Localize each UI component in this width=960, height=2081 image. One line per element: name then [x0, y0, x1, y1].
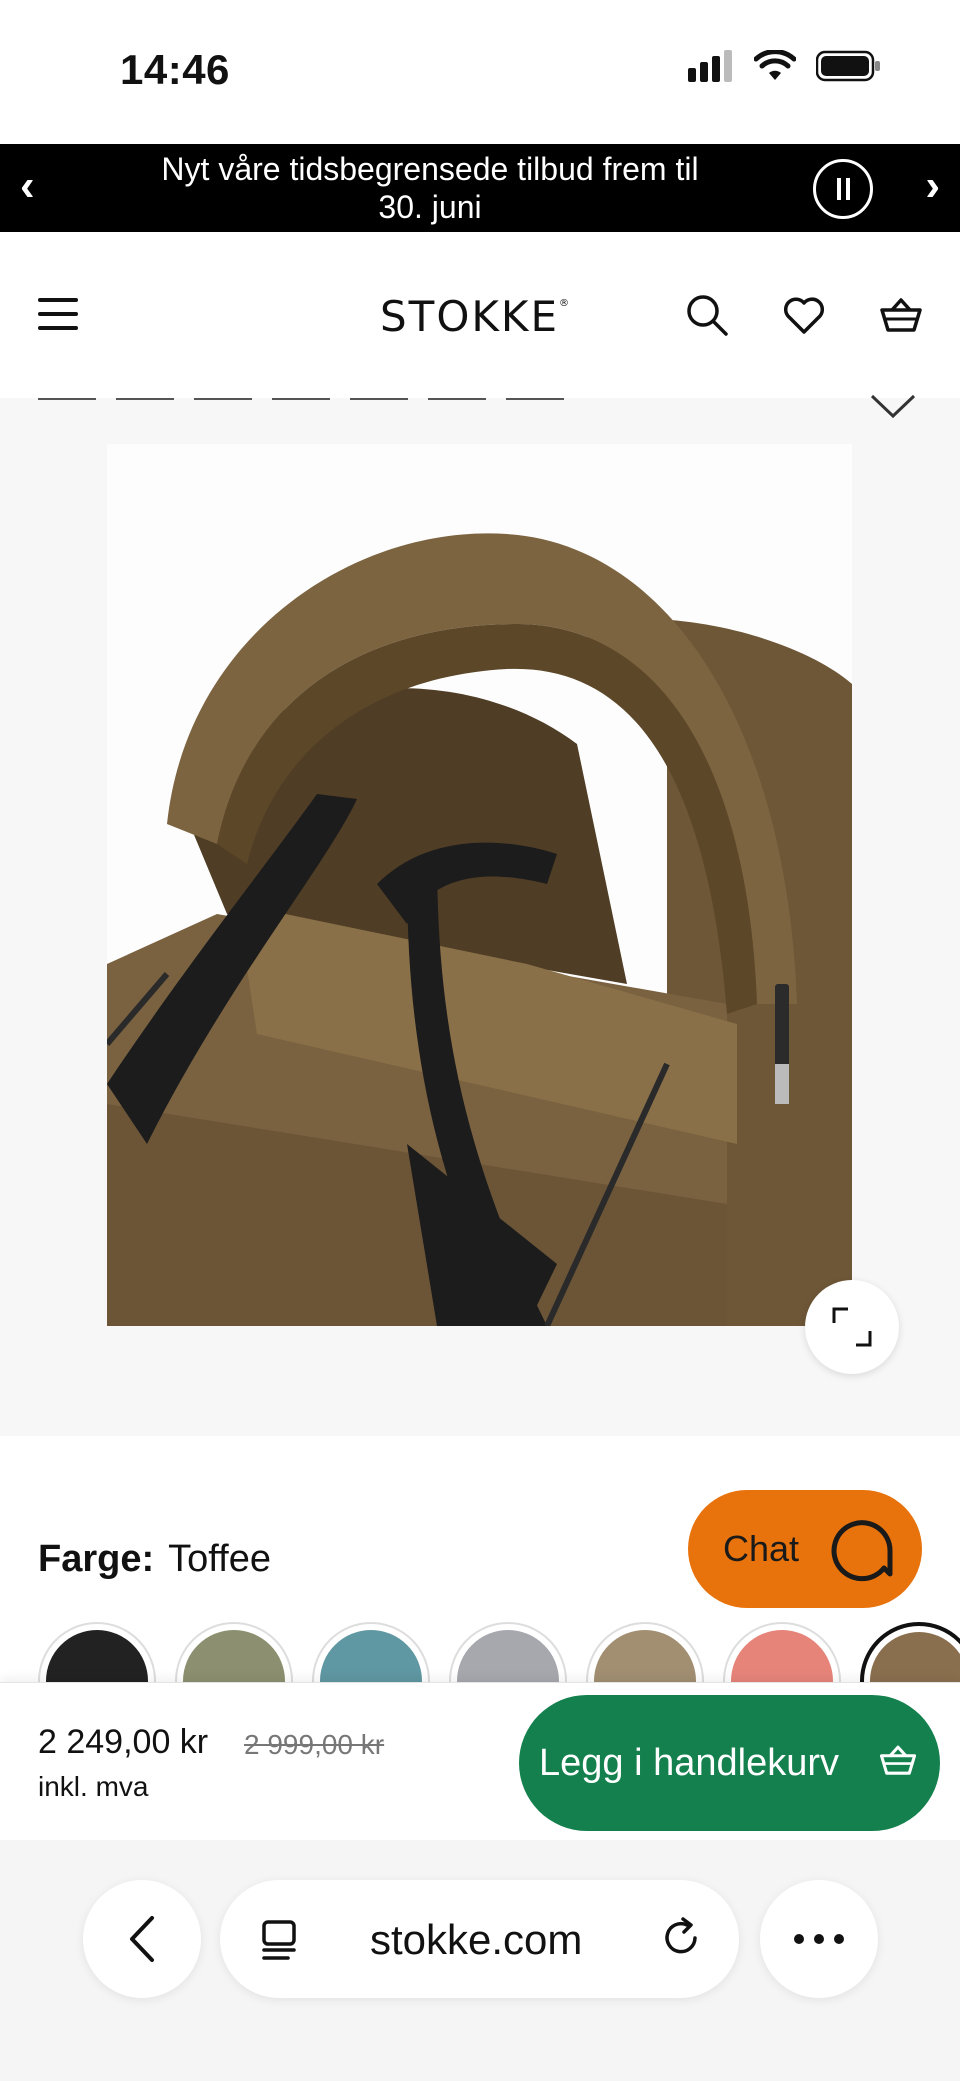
stokke-logo[interactable]: STOKKE® — [380, 292, 571, 341]
browser-more-button[interactable] — [760, 1880, 878, 1998]
status-time: 14:46 — [120, 46, 230, 93]
color-label-title: Farge: — [38, 1538, 155, 1580]
promo-line-2: 30. juni — [378, 189, 482, 225]
thumb-indicator[interactable] — [506, 398, 564, 400]
original-price: 2 999,00 kr — [244, 1729, 385, 1760]
chevron-down-icon[interactable] — [868, 392, 918, 422]
swatch-fill — [183, 1630, 285, 1682]
swatch-fill — [870, 1632, 960, 1682]
status-icons — [688, 50, 882, 82]
gallery-thumbnail-strip[interactable] — [38, 398, 564, 400]
color-label: Farge: Toffee — [38, 1538, 271, 1581]
promo-banner: ‹ Nyt våre tidsbegrensede tilbud frem ti… — [0, 144, 960, 232]
thumb-indicator[interactable] — [428, 398, 486, 400]
price-bar: 2 249,00 kr 2 999,00 kr inkl. mva Legg i… — [0, 1682, 960, 1840]
promo-prev-button[interactable]: ‹ — [20, 164, 35, 208]
basket-icon — [879, 1745, 917, 1775]
color-swatch[interactable] — [449, 1622, 567, 1682]
wifi-icon — [754, 50, 796, 80]
thumb-indicator[interactable] — [194, 398, 252, 400]
swatch-fill — [457, 1630, 559, 1682]
chat-button[interactable]: Chat — [688, 1490, 922, 1608]
product-gallery — [0, 394, 960, 1436]
site-header: STOKKE® — [0, 232, 960, 398]
battery-icon — [816, 50, 880, 82]
chat-label: Chat — [723, 1528, 800, 1569]
add-to-cart-button[interactable]: Legg i handlekurv — [519, 1695, 940, 1831]
promo-next-button[interactable]: › — [925, 164, 940, 208]
url-text: stokke.com — [370, 1916, 583, 1963]
more-icon — [794, 1934, 844, 1944]
pause-button[interactable] — [813, 159, 873, 219]
product-image[interactable] — [107, 444, 852, 1326]
search-icon[interactable] — [684, 292, 730, 338]
thumb-indicator[interactable] — [38, 398, 96, 400]
color-swatch[interactable] — [175, 1622, 293, 1682]
status-bar: 14:46 — [0, 0, 960, 144]
browser-toolbar: stokke.com — [0, 1840, 960, 2081]
page: 14:46 ‹ Nyt våre tidsbegrensede tilbud f… — [0, 0, 960, 2081]
color-swatch[interactable] — [586, 1622, 704, 1682]
heart-icon[interactable] — [781, 292, 827, 338]
color-swatch[interactable] — [723, 1622, 841, 1682]
logo-mark: ® — [559, 298, 571, 309]
swatch-fill — [320, 1630, 422, 1682]
logo-text: STOKKE — [380, 292, 559, 341]
thumb-indicator[interactable] — [350, 398, 408, 400]
menu-icon[interactable] — [38, 298, 78, 330]
swatch-fill — [46, 1630, 148, 1682]
basket-icon[interactable] — [878, 292, 924, 338]
color-swatch[interactable] — [38, 1622, 156, 1682]
current-price: 2 249,00 kr — [38, 1723, 209, 1761]
signal-icon — [688, 50, 732, 82]
promo-line-1: Nyt våre tidsbegrensede tilbud frem til — [161, 151, 699, 187]
tabs-icon — [262, 1920, 296, 1960]
chat-bubble-icon — [831, 1520, 893, 1582]
chevron-left-icon — [130, 1916, 154, 1962]
browser-back-button[interactable] — [83, 1880, 201, 1998]
selected-color-name: Toffee — [168, 1538, 271, 1580]
expand-icon — [832, 1307, 872, 1347]
thumb-indicator[interactable] — [116, 398, 174, 400]
color-swatch[interactable] — [860, 1622, 960, 1682]
color-swatches — [38, 1622, 960, 1682]
expand-image-button[interactable] — [805, 1280, 899, 1374]
thumb-indicator[interactable] — [272, 398, 330, 400]
swatch-fill — [731, 1630, 833, 1682]
bassinet-illustration — [107, 444, 852, 1326]
vat-note: inkl. mva — [38, 1771, 149, 1802]
reload-icon[interactable] — [659, 1916, 703, 1960]
add-to-cart-label: Legg i handlekurv — [539, 1741, 839, 1784]
swatch-fill — [594, 1630, 696, 1682]
address-bar[interactable]: stokke.com — [220, 1880, 739, 1998]
color-swatch[interactable] — [312, 1622, 430, 1682]
promo-text[interactable]: Nyt våre tidsbegrensede tilbud frem til … — [100, 150, 760, 226]
